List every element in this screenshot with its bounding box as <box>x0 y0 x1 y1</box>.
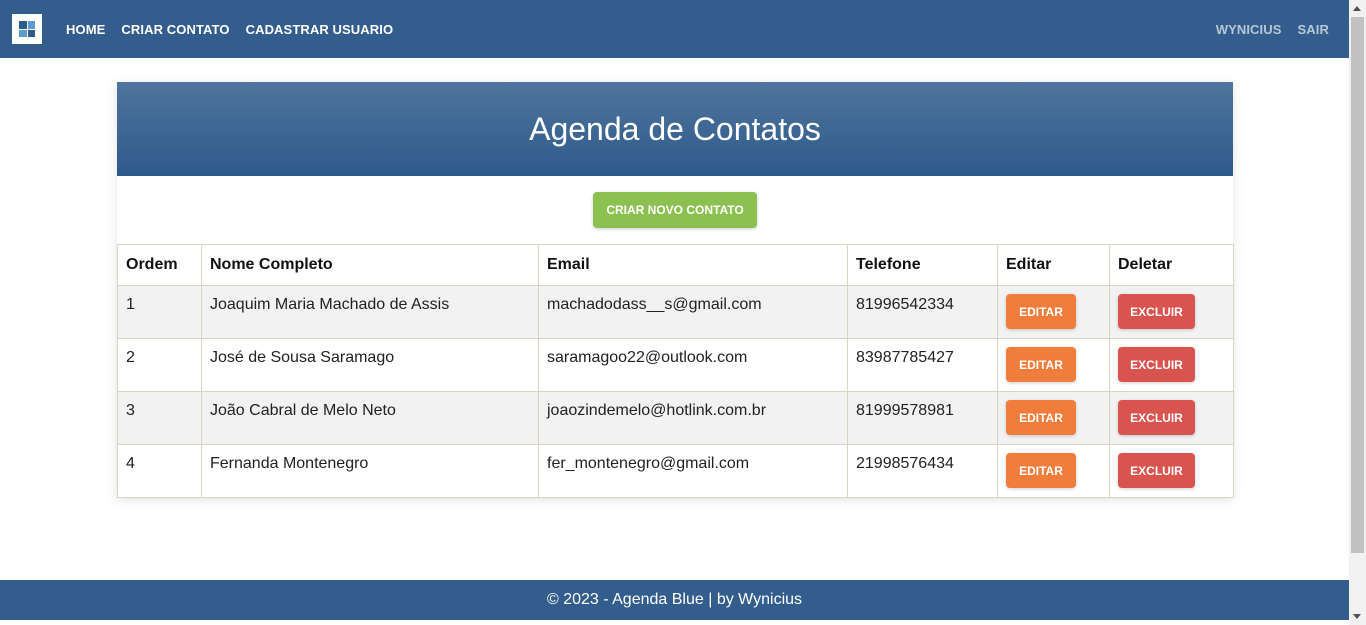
vertical-scrollbar[interactable] <box>1349 0 1366 625</box>
nav-home-link[interactable]: HOME <box>66 22 105 37</box>
top-navbar: HOME CRIAR CONTATO CADASTRAR USUARIO WYN… <box>0 0 1349 58</box>
cell-edit: EDITAR <box>997 285 1110 339</box>
cell-delete: EXCLUIR <box>1109 391 1234 445</box>
cell-ordem: 4 <box>117 444 202 498</box>
edit-button[interactable]: EDITAR <box>1006 453 1076 488</box>
cell-telefone: 83987785427 <box>847 338 998 392</box>
edit-button[interactable]: EDITAR <box>1006 347 1076 382</box>
cell-ordem: 3 <box>117 391 202 445</box>
cell-nome: José de Sousa Saramago <box>201 338 539 392</box>
header-ordem: Ordem <box>117 244 202 286</box>
cell-delete: EXCLUIR <box>1109 338 1234 392</box>
header-telefone: Telefone <box>847 244 998 286</box>
edit-button[interactable]: EDITAR <box>1006 400 1076 435</box>
nav-register-user-link[interactable]: CADASTRAR USUARIO <box>246 22 394 37</box>
cell-ordem: 1 <box>117 285 202 339</box>
cell-edit: EDITAR <box>997 444 1110 498</box>
cell-email: saramagoo22@outlook.com <box>538 338 848 392</box>
nav-logout-link[interactable]: SAIR <box>1298 22 1329 37</box>
cell-ordem: 2 <box>117 338 202 392</box>
header-email: Email <box>538 244 848 286</box>
nav-user-area: WYNICIUS SAIR <box>1200 0 1329 58</box>
scrollbar-thumb[interactable] <box>1351 17 1364 553</box>
cell-nome: Fernanda Montenegro <box>201 444 539 498</box>
scroll-down-arrow-icon[interactable] <box>1353 614 1361 619</box>
cell-nome: João Cabral de Melo Neto <box>201 391 539 445</box>
table-row: 2 José de Sousa Saramago saramagoo22@out… <box>117 338 1234 392</box>
cell-email: joaozindemelo@hotlink.com.br <box>538 391 848 445</box>
cell-nome: Joaquim Maria Machado de Assis <box>201 285 539 339</box>
cell-delete: EXCLUIR <box>1109 285 1234 339</box>
delete-button[interactable]: EXCLUIR <box>1118 294 1195 329</box>
header-editar: Editar <box>997 244 1110 286</box>
cell-delete: EXCLUIR <box>1109 444 1234 498</box>
delete-button[interactable]: EXCLUIR <box>1118 400 1195 435</box>
table-row: 3 João Cabral de Melo Neto joaozindemelo… <box>117 391 1234 445</box>
create-contact-button[interactable]: CRIAR NOVO CONTATO <box>593 192 757 228</box>
header-nome: Nome Completo <box>201 244 539 286</box>
scroll-up-arrow-icon[interactable] <box>1353 6 1361 11</box>
footer-text: © 2023 - Agenda Blue | by Wynicius <box>546 591 803 608</box>
delete-button[interactable]: EXCLUIR <box>1118 453 1195 488</box>
card-actions: CRIAR NOVO CONTATO <box>117 176 1233 244</box>
table-row: 1 Joaquim Maria Machado de Assis machado… <box>117 285 1234 339</box>
card-header: Agenda de Contatos <box>117 82 1233 176</box>
cell-telefone: 81996542334 <box>847 285 998 339</box>
contacts-card: Agenda de Contatos CRIAR NOVO CONTATO Or… <box>117 82 1234 498</box>
edit-button[interactable]: EDITAR <box>1006 294 1076 329</box>
page-footer: © 2023 - Agenda Blue | by Wynicius <box>0 580 1349 620</box>
cell-email: fer_montenegro@gmail.com <box>538 444 848 498</box>
cell-email: machadodass__s@gmail.com <box>538 285 848 339</box>
nav-create-contact-link[interactable]: CRIAR CONTATO <box>121 22 229 37</box>
nav-username-link[interactable]: WYNICIUS <box>1216 22 1282 37</box>
cell-telefone: 81999578981 <box>847 391 998 445</box>
cell-telefone: 21998576434 <box>847 444 998 498</box>
cell-edit: EDITAR <box>997 338 1110 392</box>
table-header-row: Ordem Nome Completo Email Telefone Edita… <box>117 244 1234 286</box>
header-deletar: Deletar <box>1109 244 1234 286</box>
contacts-table: Ordem Nome Completo Email Telefone Edita… <box>117 244 1234 498</box>
page-title: Agenda de Contatos <box>529 110 821 147</box>
delete-button[interactable]: EXCLUIR <box>1118 347 1195 382</box>
app-logo-icon[interactable] <box>12 14 42 44</box>
cell-edit: EDITAR <box>997 391 1110 445</box>
table-row: 4 Fernanda Montenegro fer_montenegro@gma… <box>117 444 1234 498</box>
